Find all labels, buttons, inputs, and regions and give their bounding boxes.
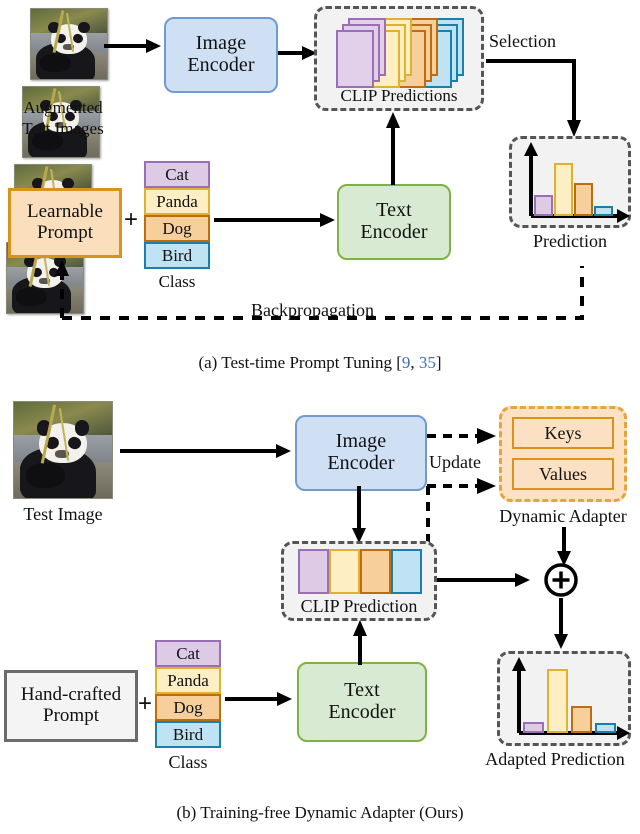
- adapted-bar-panda: [547, 669, 568, 733]
- arrow-adapter-to-sum: [557, 527, 571, 566]
- learnable-prompt-line2: Prompt: [37, 222, 93, 243]
- arrow-selection-to-prediction: [486, 59, 581, 137]
- panel-a-citation-2[interactable]: 35: [419, 353, 436, 372]
- image-encoder-a-line2: Encoder: [187, 54, 255, 76]
- backpropagation-label: Backpropagation: [251, 300, 374, 320]
- arrow-sum-to-adapted-prediction: [554, 598, 568, 649]
- prediction-bar-bird: [594, 206, 613, 216]
- arrow-clip-prediction-to-sum: [437, 573, 530, 587]
- image-encoder-b-line2: Encoder: [327, 452, 395, 474]
- adapted-bar-cat: [523, 722, 544, 733]
- text-encoder-a[interactable]: Text Encoder: [337, 184, 451, 260]
- test-image-photo: [13, 401, 113, 499]
- augmented-image-4: [30, 8, 108, 80]
- learnable-prompt-box[interactable]: Learnable Prompt: [8, 188, 122, 258]
- dynamic-adapter-label: Dynamic Adapter: [499, 506, 627, 526]
- panel-a-caption-suffix: ]: [435, 353, 442, 372]
- clip-card-cat-1: [336, 30, 374, 88]
- image-encoder-b-line1: Image: [335, 430, 387, 453]
- arrow-update-values: [427, 478, 496, 494]
- adapted-bar-bird: [595, 723, 616, 733]
- hand-crafted-prompt-box[interactable]: Hand-crafted Prompt: [4, 670, 138, 742]
- clip-prediction-cards: CLIP Predictions: [314, 6, 484, 111]
- prediction-bar-cat: [534, 195, 553, 216]
- class-cell-panda-a: Panda: [144, 188, 210, 215]
- clip-prediction-label: CLIP Prediction: [300, 596, 418, 616]
- text-encoder-b-line2: Encoder: [328, 701, 396, 723]
- class-cell-dog-b: Dog: [155, 694, 221, 721]
- clip-strip-bird: [391, 549, 422, 594]
- values-label: Values: [539, 463, 587, 484]
- update-label: Update: [429, 452, 481, 472]
- clip-strip-panda: [329, 549, 360, 594]
- learnable-prompt-line1: Learnable: [27, 201, 103, 223]
- hand-crafted-prompt-line1: Hand-crafted: [20, 684, 122, 706]
- arrow-update-keys: [427, 428, 496, 444]
- clip-predictions-label: CLIP Predictions: [340, 86, 458, 105]
- arrow-images-to-image-encoder: [104, 39, 161, 53]
- class-label-b: Class: [168, 752, 208, 772]
- image-encoder-b[interactable]: Image Encoder: [295, 415, 427, 491]
- augmented-images-label-line2: Test Images: [22, 119, 104, 138]
- hand-crafted-prompt-line2: Prompt: [43, 705, 99, 726]
- arrow-class-to-text-encoder-b: [225, 692, 292, 706]
- class-cell-dog-a: Dog: [144, 215, 210, 242]
- prediction-bar-panda: [554, 163, 573, 216]
- plus-sign-a: +: [124, 206, 139, 233]
- adapted-prediction-label: Adapted Prediction: [485, 749, 625, 769]
- panel-a-caption-prefix: (a) Test-time Prompt Tuning [: [198, 353, 402, 372]
- text-encoder-a-line2: Encoder: [360, 221, 428, 243]
- plus-sign-b: +: [138, 690, 153, 717]
- panel-a-caption-sep: ,: [410, 353, 419, 372]
- dashed-feature-branch: [426, 486, 430, 544]
- figure-root: Augmented Test Images Image Encoder CLIP…: [0, 0, 640, 834]
- arrow-image-encoder-to-clip-prediction: [352, 486, 366, 543]
- arrow-test-image-to-image-encoder: [120, 444, 291, 458]
- arrow-class-to-text-encoder-a: [214, 213, 335, 227]
- sum-operator: [543, 562, 579, 598]
- keys-label: Keys: [544, 422, 582, 443]
- selection-label: Selection: [489, 31, 556, 51]
- class-cell-panda-b: Panda: [155, 667, 221, 694]
- class-cell-cat-a: Cat: [144, 161, 210, 188]
- keys-box[interactable]: Keys: [512, 417, 614, 449]
- test-image-label: Test Image: [23, 504, 103, 524]
- clip-strip-cat: [298, 549, 329, 594]
- augmented-test-images-stack: [6, 8, 116, 314]
- adapted-prediction-bars: [519, 663, 616, 733]
- clip-strip-dog: [360, 549, 391, 594]
- panel-a-caption: (a) Test-time Prompt Tuning [9, 35]: [0, 353, 640, 373]
- class-stack-b: Cat Panda Dog Bird: [155, 640, 221, 748]
- image-encoder-a[interactable]: Image Encoder: [164, 17, 278, 93]
- text-encoder-a-line1: Text: [376, 199, 412, 222]
- text-encoder-b[interactable]: Text Encoder: [297, 662, 427, 742]
- text-encoder-b-line1: Text: [344, 679, 380, 702]
- class-cell-cat-b: Cat: [155, 640, 221, 667]
- clip-prediction-strip: [298, 549, 422, 594]
- panel-b-caption: (b) Training-free Dynamic Adapter (Ours): [176, 803, 464, 822]
- prediction-label: Prediction: [533, 231, 607, 251]
- augmented-images-label-line1: Augmented: [23, 98, 103, 117]
- prediction-bars: [531, 152, 615, 216]
- prediction-bar-dog: [574, 183, 593, 216]
- values-box[interactable]: Values: [512, 458, 614, 490]
- arrow-image-encoder-to-clip-predictions: [278, 46, 317, 60]
- class-cell-bird-b: Bird: [155, 721, 221, 748]
- arrow-text-encoder-to-clip-predictions: [386, 112, 400, 185]
- arrow-text-encoder-to-clip-prediction: [353, 620, 367, 665]
- adapted-bar-dog: [571, 706, 592, 733]
- image-encoder-a-line1: Image: [195, 32, 247, 55]
